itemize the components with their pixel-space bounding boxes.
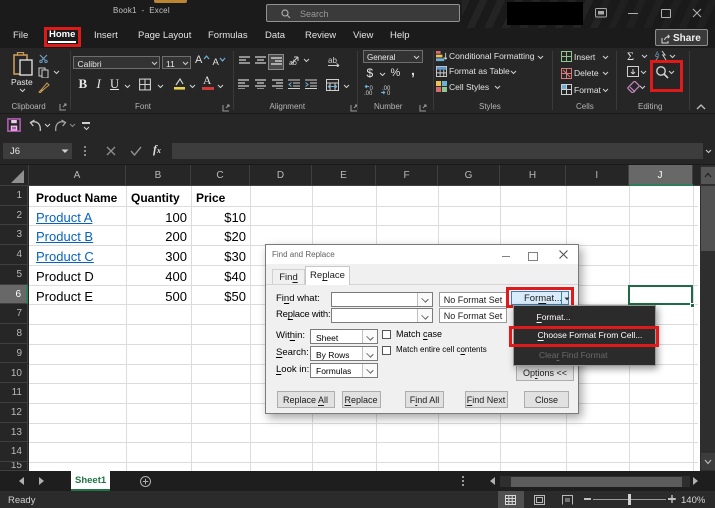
svg-text:0: 0 [387,91,391,95]
svg-text:ab: ab [328,56,337,65]
svg-text:ab: ab [289,60,297,66]
svg-text:.00: .00 [364,91,373,95]
